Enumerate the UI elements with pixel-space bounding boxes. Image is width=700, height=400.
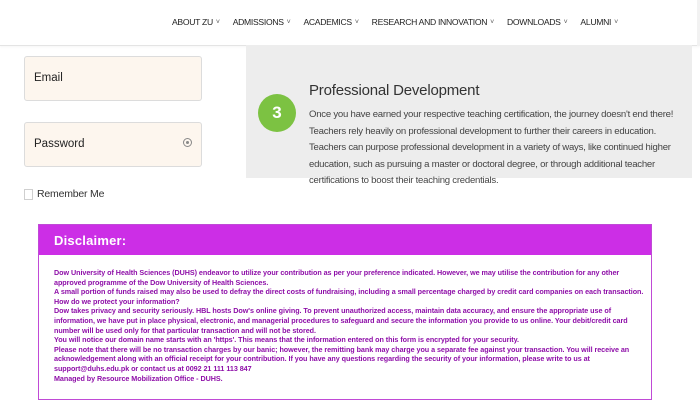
card-body-text: Once you have earned your respective tea… — [309, 109, 674, 187]
step-number-badge: 3 — [258, 94, 296, 132]
nav-item-academics[interactable]: ACADEMICS ˅ — [303, 17, 358, 27]
nav-item-label: ABOUT ZU — [172, 17, 213, 27]
nav-item-label: ACADEMICS — [303, 17, 352, 27]
nav-menu: ABOUT ZU ˅ ADMISSIONS ˅ ACADEMICS ˅ RESE… — [172, 17, 631, 27]
disclaimer-paragraph: Please note that there will be no transa… — [54, 344, 630, 373]
nav-item-label: ALUMNI — [580, 17, 612, 27]
disclaimer-paragraph: Dow takes privacy and security seriously… — [54, 306, 628, 335]
disclaimer-title: Disclaimer: — [54, 232, 127, 248]
password-field[interactable]: Password — [24, 122, 202, 167]
professional-development-card: 3 Professional Development Once you have… — [246, 45, 692, 186]
email-placeholder: Email — [34, 72, 63, 84]
nav-item-label: ADMISSIONS — [232, 17, 284, 27]
nav-item-label: RESEARCH AND INNOVATION — [371, 17, 488, 27]
nav-item-about-zu[interactable]: ABOUT ZU ˅ — [172, 17, 220, 27]
password-placeholder: Password — [34, 138, 85, 150]
chevron-down-icon: ˅ — [354, 18, 359, 26]
chevron-down-icon: ˅ — [563, 18, 568, 26]
nav-item-research-and-innovation[interactable]: RESEARCH AND INNOVATION ˅ — [371, 17, 495, 27]
disclaimer-paragraph: You will notice our domain name starts w… — [54, 335, 520, 345]
disclaimer-box: Disclaimer: Dow University of Health Sci… — [38, 224, 652, 400]
chevron-down-icon: ˅ — [614, 18, 618, 26]
nav-item-downloads[interactable]: DOWNLOADS ˅ — [506, 17, 568, 27]
email-field[interactable]: Email — [24, 56, 202, 101]
nav-item-alumni[interactable]: ALUMNI ˅ — [580, 17, 618, 27]
disclaimer-paragraph: How do we protect your information? — [54, 296, 180, 306]
disclaimer-paragraph: Managed by Resource Mobilization Office … — [54, 373, 223, 383]
top-navigation: ABOUT ZU ˅ ADMISSIONS ˅ ACADEMICS ˅ RESE… — [0, 0, 700, 46]
card-title: Professional Development — [309, 82, 480, 99]
nav-item-admissions[interactable]: ADMISSIONS ˅ — [233, 17, 291, 27]
chevron-down-icon: ˅ — [215, 18, 220, 26]
remember-me: Remember Me — [24, 188, 104, 200]
nav-item-label: DOWNLOADS — [506, 17, 561, 27]
disclaimer-header: Disclaimer: — [39, 225, 651, 255]
chevron-down-icon: ˅ — [286, 18, 291, 26]
remember-me-checkbox[interactable] — [24, 188, 33, 200]
disclaimer-body: Dow University of Health Sciences (DUHS)… — [39, 255, 651, 383]
remember-me-label[interactable]: Remember Me — [37, 188, 104, 200]
eye-icon[interactable] — [183, 138, 192, 147]
chevron-down-icon: ˅ — [490, 18, 494, 26]
disclaimer-paragraph: A small portion of funds raised may also… — [54, 287, 644, 297]
disclaimer-paragraph: Dow University of Health Sciences (DUHS)… — [54, 268, 620, 287]
